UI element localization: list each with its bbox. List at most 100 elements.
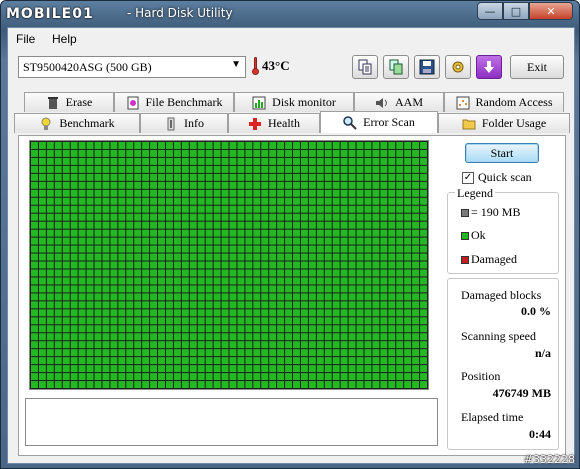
menu-file[interactable]: File [16, 32, 35, 46]
scan-block [142, 181, 150, 189]
tab-folder-usage[interactable]: Folder Usage [438, 113, 570, 133]
options-button[interactable] [445, 55, 471, 79]
quick-scan-label: Quick scan [478, 170, 532, 184]
checkbox-checked-icon[interactable]: ✓ [462, 171, 474, 184]
scan-block [420, 269, 427, 277]
scan-block [380, 142, 388, 149]
window-title: - Hard Disk Utility [127, 6, 233, 20]
scan-block [420, 205, 427, 213]
scan-block [118, 277, 126, 285]
scan-block [404, 373, 412, 381]
scan-block [372, 181, 380, 189]
scan-block [181, 197, 189, 205]
scan-block [269, 253, 277, 261]
scan-block [62, 253, 70, 261]
scan-block [229, 189, 237, 197]
scan-block [110, 325, 118, 333]
copy-text-button[interactable] [352, 55, 378, 79]
scan-log-box[interactable] [25, 398, 438, 446]
scan-block [420, 157, 427, 165]
scan-block [261, 189, 269, 197]
scan-block [181, 293, 189, 301]
scan-block [205, 245, 213, 253]
scan-block [62, 341, 70, 349]
menu-help[interactable]: Help [52, 32, 77, 46]
scan-block [142, 293, 150, 301]
download-button[interactable] [476, 55, 502, 79]
scan-block [102, 237, 110, 245]
scan-block [205, 317, 213, 325]
scan-block [181, 221, 189, 229]
tab-benchmark[interactable]: Benchmark [14, 113, 140, 133]
scan-block [78, 357, 86, 365]
scan-block [420, 357, 427, 365]
scan-block [261, 317, 269, 325]
scan-block [221, 285, 229, 293]
scan-block [62, 261, 70, 269]
minimize-button[interactable]: — [477, 2, 503, 20]
tab-erase[interactable]: Erase [24, 92, 114, 112]
scan-block [110, 173, 118, 181]
scan-block [78, 333, 86, 341]
scan-block [150, 205, 158, 213]
scan-block [205, 165, 213, 173]
start-button[interactable]: Start [465, 143, 539, 163]
scan-block [94, 261, 102, 269]
scan-block [142, 205, 150, 213]
scan-block [70, 301, 78, 309]
scan-block [94, 197, 102, 205]
scan-block [38, 349, 46, 357]
temperature-display: 43°C [252, 57, 290, 75]
elapsed-time-value: 0:44 [529, 427, 551, 441]
tab-file-benchmark[interactable]: File Benchmark [114, 92, 234, 112]
tools-icon [452, 61, 464, 73]
scan-block [150, 142, 158, 149]
scan-block [396, 301, 404, 309]
scan-block [31, 165, 38, 173]
tab-info[interactable]: Info [140, 113, 228, 133]
close-button[interactable]: ✕ [529, 2, 573, 20]
tab-random-access[interactable]: Random Access [444, 92, 564, 112]
exit-button[interactable]: Exit [510, 55, 564, 79]
scan-block [126, 142, 134, 149]
scan-block [348, 269, 356, 277]
scan-block [86, 373, 94, 381]
scan-block [269, 157, 277, 165]
scan-block [78, 285, 86, 293]
scan-block [324, 237, 332, 245]
scan-block [324, 261, 332, 269]
scan-block [54, 261, 62, 269]
maximize-button[interactable]: □ [503, 2, 529, 20]
scan-block [372, 269, 380, 277]
tab-aam[interactable]: AAM [354, 92, 444, 112]
tab-error-scan[interactable]: Error Scan [320, 111, 438, 133]
scan-block [285, 277, 293, 285]
scan-block [404, 189, 412, 197]
scan-block [54, 157, 62, 165]
scan-block [245, 365, 253, 373]
scan-block [261, 245, 269, 253]
scan-block [62, 269, 70, 277]
scan-block [420, 213, 427, 221]
scan-block [197, 173, 205, 181]
save-button[interactable] [414, 55, 440, 79]
scan-block [165, 181, 173, 189]
drive-dropdown[interactable]: ST9500420ASG (500 GB) ▼ [18, 56, 246, 78]
copy-screenshot-button[interactable] [383, 55, 409, 79]
tab-health[interactable]: Health [228, 113, 320, 133]
scan-block [388, 317, 396, 325]
scan-block [158, 157, 165, 165]
scan-block [300, 229, 308, 237]
tab-disk-monitor[interactable]: Disk monitor [234, 92, 354, 112]
scan-block [158, 213, 165, 221]
title-bar[interactable]: MOBILE01 - Hard Disk Utility — □ ✕ [1, 1, 579, 27]
quick-scan-checkbox[interactable]: ✓ Quick scan [462, 170, 532, 185]
scan-block [245, 165, 253, 173]
scan-block [420, 261, 427, 269]
scan-block [245, 245, 253, 253]
scan-block [134, 142, 142, 149]
scan-block [142, 165, 150, 173]
scan-block [245, 277, 253, 285]
scan-block [158, 181, 165, 189]
scan-block [31, 173, 38, 181]
